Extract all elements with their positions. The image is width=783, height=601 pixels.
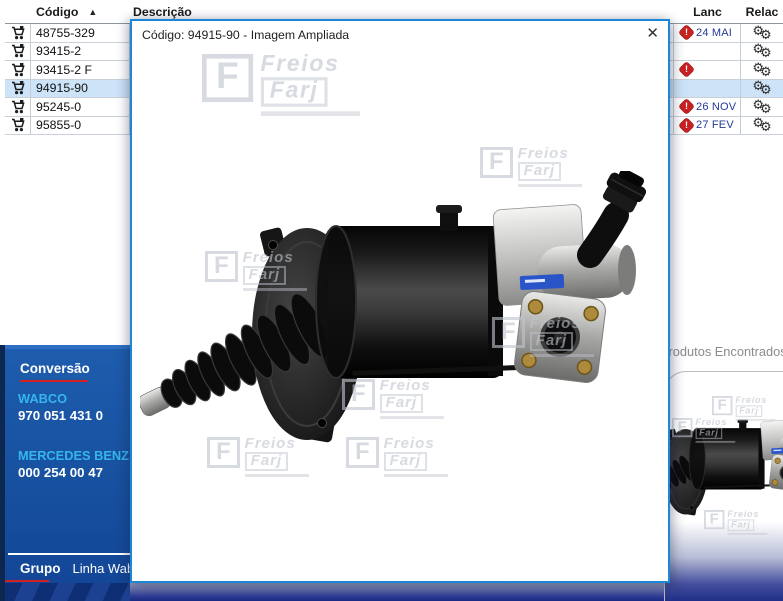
group-label: Grupo: [20, 561, 61, 576]
alert-diamond-icon: !: [679, 62, 695, 78]
conversion-code: 000 254 00 47: [18, 465, 130, 480]
lanc-date: 24 MAI: [696, 27, 732, 39]
conversion-panel: Conversão WABCO 970 051 431 0 MERCEDES B…: [5, 345, 130, 583]
conversion-code: 970 051 431 0: [18, 408, 130, 423]
codigo-cell: 48755-329: [31, 24, 130, 42]
gear-pair-icon[interactable]: ⚙⚙: [752, 120, 771, 130]
cart-icon[interactable]: [11, 44, 25, 58]
close-icon[interactable]: ✕: [646, 26, 659, 41]
lanc-date: 26 NOV: [696, 101, 736, 113]
gear-pair-icon[interactable]: ⚙⚙: [752, 83, 771, 93]
gear-pair-icon[interactable]: ⚙⚙: [752, 46, 771, 56]
cart-icon[interactable]: [11, 26, 25, 40]
lanc-date: 27 FEV: [696, 119, 734, 131]
column-header-codigo[interactable]: Código ▲: [31, 0, 130, 23]
codigo-cell: 93415-2: [31, 43, 130, 61]
watermark-logo: F FreiosFarj: [202, 54, 360, 115]
codigo-cell: 95855-0: [31, 117, 130, 135]
alert-diamond-icon: !: [679, 99, 695, 115]
red-underline: [5, 580, 49, 582]
divider: [8, 553, 132, 555]
column-header-relac[interactable]: Relac: [741, 0, 783, 23]
cart-icon[interactable]: [11, 81, 25, 95]
conversion-title: Conversão: [20, 361, 90, 376]
alert-diamond-icon: !: [679, 117, 695, 133]
sort-asc-icon: ▲: [88, 7, 97, 17]
codigo-cell: 93415-2 F: [31, 61, 130, 79]
product-enlarged-image: [140, 171, 660, 471]
column-header-lanc[interactable]: Lanc: [674, 0, 741, 23]
conversion-brand: WABCO: [18, 391, 130, 406]
image-modal: Código: 94915-90 - Imagem Ampliada ✕ F F…: [130, 19, 670, 583]
app-window: Código ▲ Descrição Lanc Relac 48755-329 …: [0, 0, 783, 601]
alert-diamond-icon: !: [679, 25, 695, 41]
gear-pair-icon[interactable]: ⚙⚙: [752, 102, 771, 112]
cart-icon[interactable]: [11, 100, 25, 114]
red-underline: [20, 380, 88, 382]
footer-stripes: [5, 583, 130, 601]
gear-pair-icon[interactable]: ⚙⚙: [752, 65, 771, 75]
codigo-cell: 94915-90: [31, 80, 130, 98]
cart-icon[interactable]: [11, 63, 25, 77]
codigo-cell: 95245-0: [31, 98, 130, 116]
modal-title: Código: 94915-90 - Imagem Ampliada: [142, 28, 349, 42]
results-count-label: Produtos Encontrados: [660, 344, 783, 359]
cart-icon[interactable]: [11, 118, 25, 132]
gear-pair-icon[interactable]: ⚙⚙: [752, 28, 771, 38]
conversion-brand: MERCEDES BENZ: [18, 448, 130, 463]
